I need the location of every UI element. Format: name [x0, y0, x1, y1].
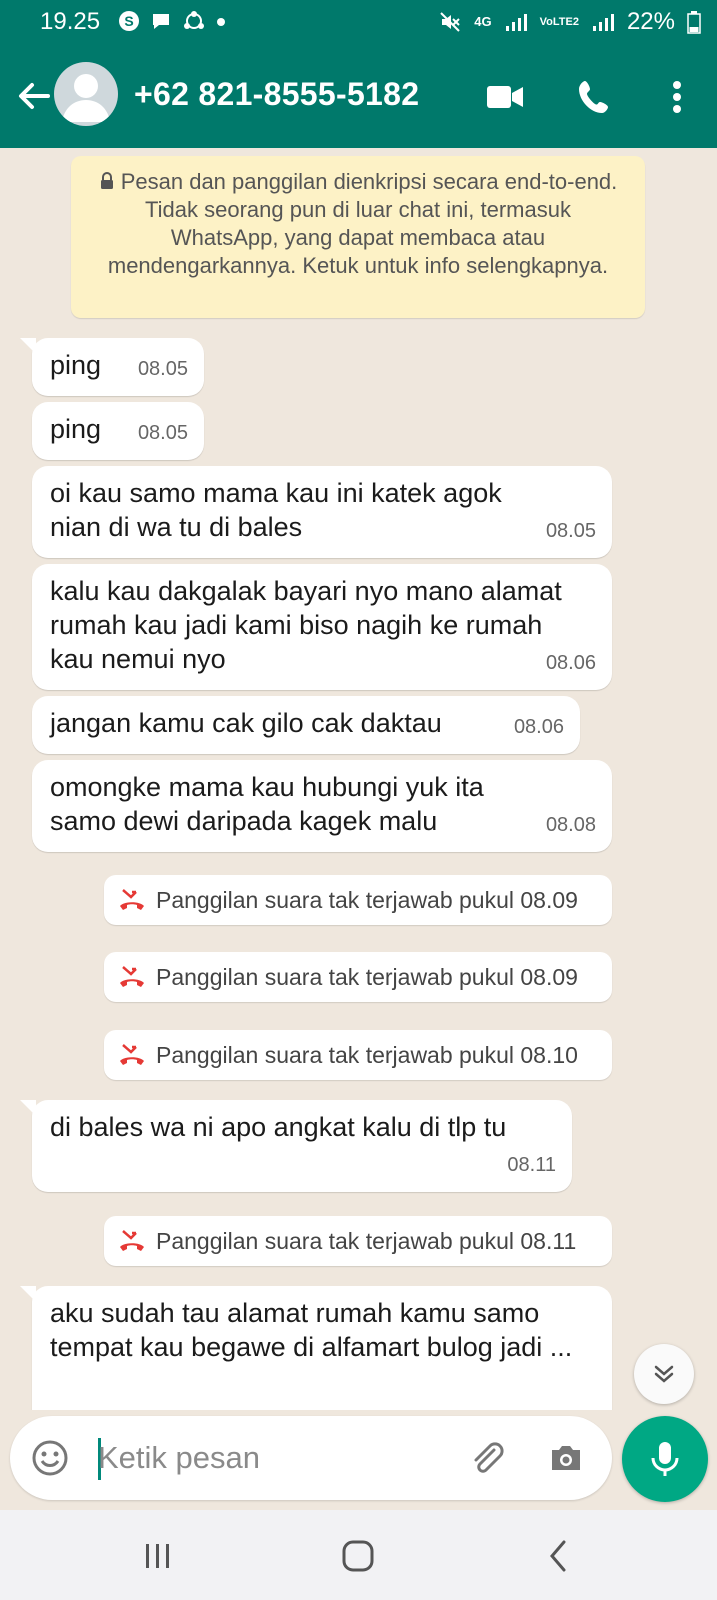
lock-icon	[100, 172, 113, 189]
missed-call-icon	[120, 889, 144, 910]
recent-apps-icon[interactable]	[138, 1538, 178, 1574]
svg-text:S: S	[124, 13, 133, 29]
message-bubble[interactable]: di bales wa ni apo angkat kalu di tlp tu…	[20, 1100, 572, 1192]
share-icon	[184, 11, 204, 29]
chat-area[interactable]: Pesan dan panggilan dienkripsi secara en…	[0, 148, 717, 1410]
message-text: omongke mama kau hubungi yuk ita samo de…	[50, 772, 484, 836]
message-time: 08.06	[513, 716, 564, 738]
home-icon[interactable]	[338, 1538, 378, 1574]
message-input[interactable]	[90, 1434, 438, 1482]
encryption-text: Pesan dan panggilan dienkripsi secara en…	[107, 169, 618, 278]
system-nav-bar	[0, 1510, 717, 1600]
message-text: kalu kau dakgalak bayari nyo mano alamat…	[50, 576, 562, 674]
message-text: oi kau samo mama kau ini katek agok nian…	[50, 478, 502, 542]
message-bubble[interactable]: aku sudah tau alamat rumah kamu samo tem…	[20, 1286, 612, 1410]
chat-bubble-icon	[153, 14, 169, 29]
battery-percent: 22%	[626, 8, 675, 35]
message-text: jangan kamu cak gilo cak daktau	[50, 708, 442, 738]
avatar[interactable]	[54, 62, 118, 126]
missed-call-notice[interactable]: Panggilan suara tak terjawab pukul 08.09	[104, 952, 612, 1002]
missed-call-icon	[120, 966, 144, 987]
message-bubble[interactable]: omongke mama kau hubungi yuk ita samo de…	[32, 760, 612, 852]
message-text: di bales wa ni apo angkat kalu di tlp tu	[50, 1112, 507, 1142]
status-bar: 19.25 S 4G VoLTE2 22%	[0, 0, 717, 46]
double-chevron-down-icon	[654, 1365, 674, 1383]
battery-icon	[687, 11, 701, 34]
voice-call-icon[interactable]	[574, 76, 616, 118]
attach-icon[interactable]	[466, 1438, 506, 1478]
message-time: 08.08	[545, 814, 596, 836]
missed-call-icon	[120, 1230, 144, 1251]
missed-call-text: Panggilan suara tak terjawab pukul 08.11	[156, 1227, 577, 1254]
more-options-icon[interactable]	[656, 76, 698, 118]
volte-label: VoLTE2	[539, 16, 579, 28]
microphone-icon	[651, 1442, 679, 1476]
signal-icon-2	[592, 14, 614, 31]
camera-icon[interactable]	[546, 1438, 586, 1478]
message-bubble[interactable]: kalu kau dakgalak bayari nyo mano alamat…	[32, 564, 612, 690]
message-bubble[interactable]: jangan kamu cak gilo cak daktau 08.06	[32, 696, 580, 754]
message-time: 08.05	[137, 358, 188, 380]
message-time: 08.05	[545, 520, 596, 542]
mute-icon	[440, 12, 460, 32]
message-bubble[interactable]: ping 08.05	[32, 402, 204, 460]
missed-call-text: Panggilan suara tak terjawab pukul 08.10	[156, 1041, 578, 1068]
emoji-icon[interactable]	[30, 1438, 70, 1478]
missed-call-notice[interactable]: Panggilan suara tak terjawab pukul 08.10	[104, 1030, 612, 1080]
skype-icon: S	[119, 11, 139, 31]
status-right: 4G VoLTE2 22%	[438, 8, 701, 36]
missed-call-notice[interactable]: Panggilan suara tak terjawab pukul 08.11	[104, 1216, 612, 1266]
missed-call-text: Panggilan suara tak terjawab pukul 08.09	[156, 886, 578, 913]
encryption-banner[interactable]: Pesan dan panggilan dienkripsi secara en…	[71, 156, 645, 318]
message-composer	[10, 1416, 612, 1500]
dot-icon	[217, 18, 225, 26]
message-bubble[interactable]: ping 08.05	[20, 338, 204, 396]
notification-icons: S	[118, 10, 226, 32]
chat-header: +62 821-8555-5182	[0, 46, 717, 148]
voice-message-button[interactable]	[622, 1416, 708, 1502]
message-bubble[interactable]: oi kau samo mama kau ini katek agok nian…	[32, 466, 612, 558]
contact-name[interactable]: +62 821-8555-5182	[134, 76, 419, 113]
status-time: 19.25	[40, 8, 101, 35]
message-time: 08.06	[545, 652, 596, 674]
missed-call-notice[interactable]: Panggilan suara tak terjawab pukul 08.09	[104, 875, 612, 925]
missed-call-icon	[120, 1044, 144, 1065]
scroll-to-bottom-button[interactable]	[634, 1344, 694, 1404]
message-time: 08.11	[507, 1154, 556, 1176]
missed-call-text: Panggilan suara tak terjawab pukul 08.09	[156, 963, 578, 990]
nav-back-icon[interactable]	[540, 1538, 580, 1574]
message-time: 08.05	[137, 422, 188, 444]
network-type: 4G	[474, 14, 492, 29]
default-avatar-icon	[62, 74, 110, 122]
signal-icon	[505, 14, 527, 31]
back-arrow-icon[interactable]	[14, 76, 54, 116]
message-text: aku sudah tau alamat rumah kamu samo tem…	[50, 1298, 573, 1362]
video-call-icon[interactable]	[484, 76, 526, 118]
